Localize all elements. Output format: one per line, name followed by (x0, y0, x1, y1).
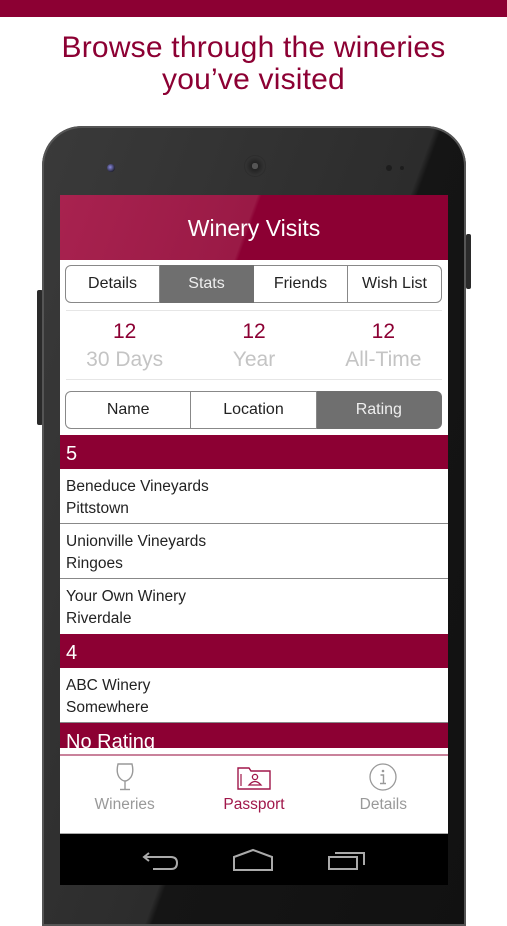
list-item[interactable]: Your Own Winery Riverdale (60, 579, 448, 634)
sort-segmented-control: Name Location Rating (65, 391, 442, 429)
tab-details[interactable]: Details (65, 265, 160, 303)
stat-value: 12 (112, 320, 137, 343)
bottom-tab-wineries[interactable]: Wineries (60, 756, 189, 833)
divider (66, 379, 442, 380)
sort-by-rating[interactable]: Rating (316, 391, 442, 429)
wine-glass-icon (116, 763, 134, 791)
bottom-tab-details[interactable]: Details (319, 756, 448, 833)
winery-location: Riverdale (66, 610, 132, 627)
app-title: Winery Visits (187, 215, 321, 241)
winery-location: Ringoes (66, 555, 123, 572)
stat-30-days: 12 30 Days (60, 319, 189, 379)
bottom-tab-label: Wineries (94, 796, 155, 813)
winery-name: ABC Winery (66, 677, 151, 694)
winery-name: Beneduce Vineyards (66, 478, 209, 495)
tab-friends[interactable]: Friends (254, 265, 348, 303)
stat-label: Year (232, 348, 276, 371)
stats-panel: 12 30 Days 12 Year 12 All-Time (60, 311, 448, 379)
promo-headline: Browse through the wineries you’ve visit… (0, 32, 507, 96)
list-item[interactable]: ABC Winery Somewhere (60, 668, 448, 723)
front-camera-icon (107, 164, 115, 172)
top-segmented-control: Details Stats Friends Wish List (65, 265, 442, 303)
bottom-tab-bar: Wineries Passport Details (60, 754, 448, 834)
app-screen: Winery Visits Details Stats Friends Wish… (60, 195, 448, 885)
stat-year: 12 Year (189, 319, 318, 379)
recents-icon[interactable] (327, 848, 367, 872)
stat-value: 12 (371, 320, 395, 343)
sensor-icon (386, 165, 392, 171)
winery-list[interactable]: 5 Beneduce Vineyards Pittstown Unionvill… (60, 435, 448, 748)
rating-group-header: No Rating (60, 723, 448, 748)
stat-value: 12 (242, 320, 266, 343)
bottom-tab-label: Passport (223, 796, 285, 813)
winery-location: Pittstown (66, 500, 129, 517)
home-icon[interactable] (232, 848, 274, 872)
sort-by-name[interactable]: Name (65, 391, 192, 429)
rating-group-header: 5 (60, 435, 448, 469)
bottom-tab-label: Details (359, 796, 408, 813)
stat-label: 30 Days (86, 348, 164, 371)
list-item[interactable]: Unionville Vineyards Ringoes (60, 524, 448, 579)
sensor-icon (400, 166, 404, 170)
app-title-bar: Winery Visits (60, 195, 448, 260)
earpiece-speaker-icon (244, 155, 266, 177)
winery-name: Your Own Winery (66, 588, 187, 605)
headline-line-1: Browse through the wineries (61, 31, 446, 64)
headline-line-2: you’ve visited (162, 63, 345, 96)
winery-location: Somewhere (66, 699, 149, 716)
tab-stats[interactable]: Stats (160, 265, 254, 303)
rating-group-header: 4 (60, 634, 448, 668)
passport-folder-icon (237, 767, 271, 790)
tab-wish-list[interactable]: Wish List (348, 265, 442, 303)
sort-by-location[interactable]: Location (191, 391, 317, 429)
info-icon (369, 763, 397, 791)
stat-label: All-Time (345, 348, 422, 371)
top-accent-bar (0, 0, 507, 17)
list-item[interactable]: Beneduce Vineyards Pittstown (60, 469, 448, 524)
stat-all-time: 12 All-Time (319, 319, 448, 379)
back-icon[interactable] (141, 849, 179, 871)
android-nav-bar (60, 834, 448, 885)
winery-name: Unionville Vineyards (66, 533, 207, 550)
bottom-tab-passport[interactable]: Passport (189, 756, 318, 833)
phone-power-button (466, 234, 471, 289)
